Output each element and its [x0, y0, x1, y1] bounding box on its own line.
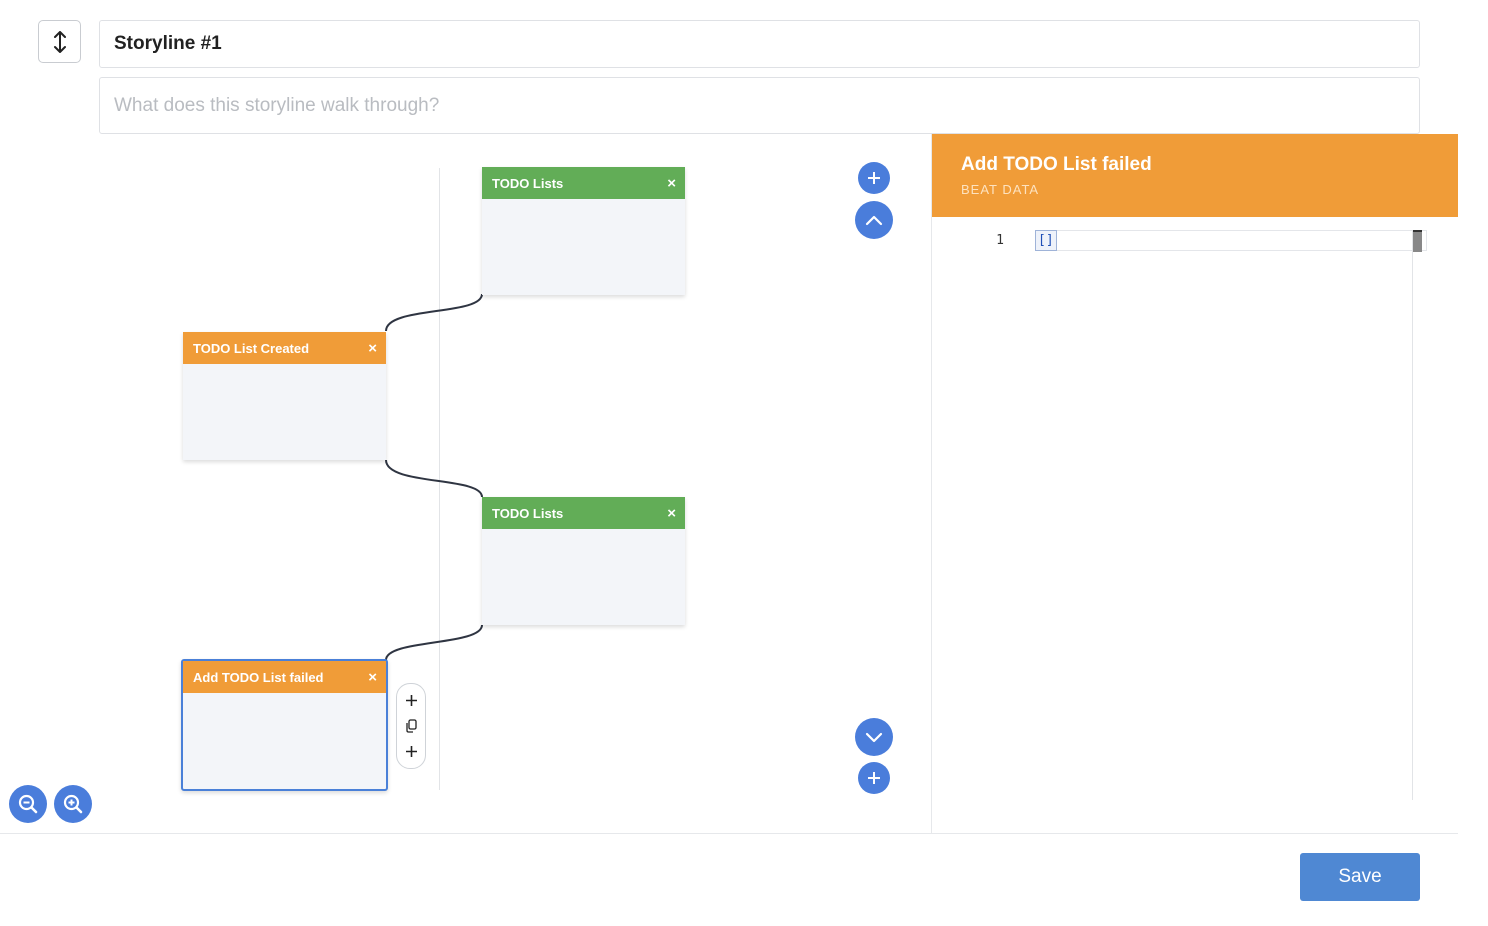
plus-icon [868, 172, 880, 184]
vertical-arrows-icon [53, 30, 66, 53]
code-editor[interactable]: 1 [] [932, 217, 1458, 834]
expand-toggle-button[interactable] [38, 20, 81, 63]
close-icon[interactable]: × [667, 176, 676, 191]
panel-header: Add TODO List failed BEAT DATA [932, 134, 1458, 217]
editor-scroll-thumb[interactable] [1413, 230, 1422, 252]
code-text[interactable]: [] [1035, 230, 1057, 251]
add-beat-bottom-button[interactable] [858, 762, 890, 794]
plus-icon [405, 745, 417, 757]
beat-header: TODO Lists × [482, 167, 685, 199]
zoom-in-icon [63, 794, 83, 814]
close-icon[interactable]: × [368, 341, 377, 356]
beat-header: TODO List Created × [183, 332, 386, 364]
close-icon[interactable]: × [667, 506, 676, 521]
beat-title: TODO List Created [193, 340, 310, 356]
beat-data-panel: Add TODO List failed BEAT DATA 1 [] [931, 134, 1458, 834]
close-icon[interactable]: × [368, 670, 377, 685]
beat-toolbar [396, 683, 426, 769]
beat-card[interactable]: TODO Lists × [482, 167, 685, 295]
storyline-description-input[interactable] [99, 77, 1420, 134]
panel-subtitle: BEAT DATA [961, 182, 1040, 197]
copy-icon [405, 719, 417, 733]
active-line[interactable] [1035, 230, 1427, 251]
chevron-down-icon [865, 732, 883, 743]
beat-title: Add TODO List failed [193, 669, 324, 685]
editor-scroll-track [1412, 230, 1413, 800]
zoom-out-button[interactable] [9, 785, 47, 823]
zoom-in-button[interactable] [54, 785, 92, 823]
scroll-up-button[interactable] [855, 201, 893, 239]
beat-connectors [385, 293, 483, 661]
zoom-out-icon [18, 794, 38, 814]
panel-title: Add TODO List failed [961, 154, 1152, 175]
line-number: 1 [996, 233, 1004, 248]
connector-line [385, 624, 483, 661]
connector-line [385, 459, 483, 498]
scroll-down-button[interactable] [855, 718, 893, 756]
beat-card[interactable]: TODO Lists × [482, 497, 685, 625]
chevron-up-icon [865, 215, 883, 226]
connector-line [385, 293, 483, 332]
save-button[interactable]: Save [1300, 853, 1420, 901]
beat-title: TODO Lists [492, 175, 564, 191]
storyline-canvas[interactable]: TODO Lists × TODO List Created × TODO Li… [0, 134, 931, 834]
beat-title: TODO Lists [492, 505, 564, 521]
beat-header: Add TODO List failed × [183, 661, 386, 693]
beat-card[interactable]: TODO List Created × [183, 332, 386, 460]
beat-header: TODO Lists × [482, 497, 685, 529]
duplicate-beat-button[interactable] [400, 715, 422, 737]
add-beat-top-button[interactable] [858, 162, 890, 194]
footer-divider [0, 833, 1458, 834]
storyline-title-input[interactable] [99, 20, 1420, 68]
plus-icon [405, 695, 417, 707]
add-beat-below-button[interactable] [400, 740, 422, 762]
beat-card-selected[interactable]: Add TODO List failed × [181, 659, 388, 791]
plus-icon [868, 772, 880, 784]
add-beat-above-button[interactable] [400, 690, 422, 712]
